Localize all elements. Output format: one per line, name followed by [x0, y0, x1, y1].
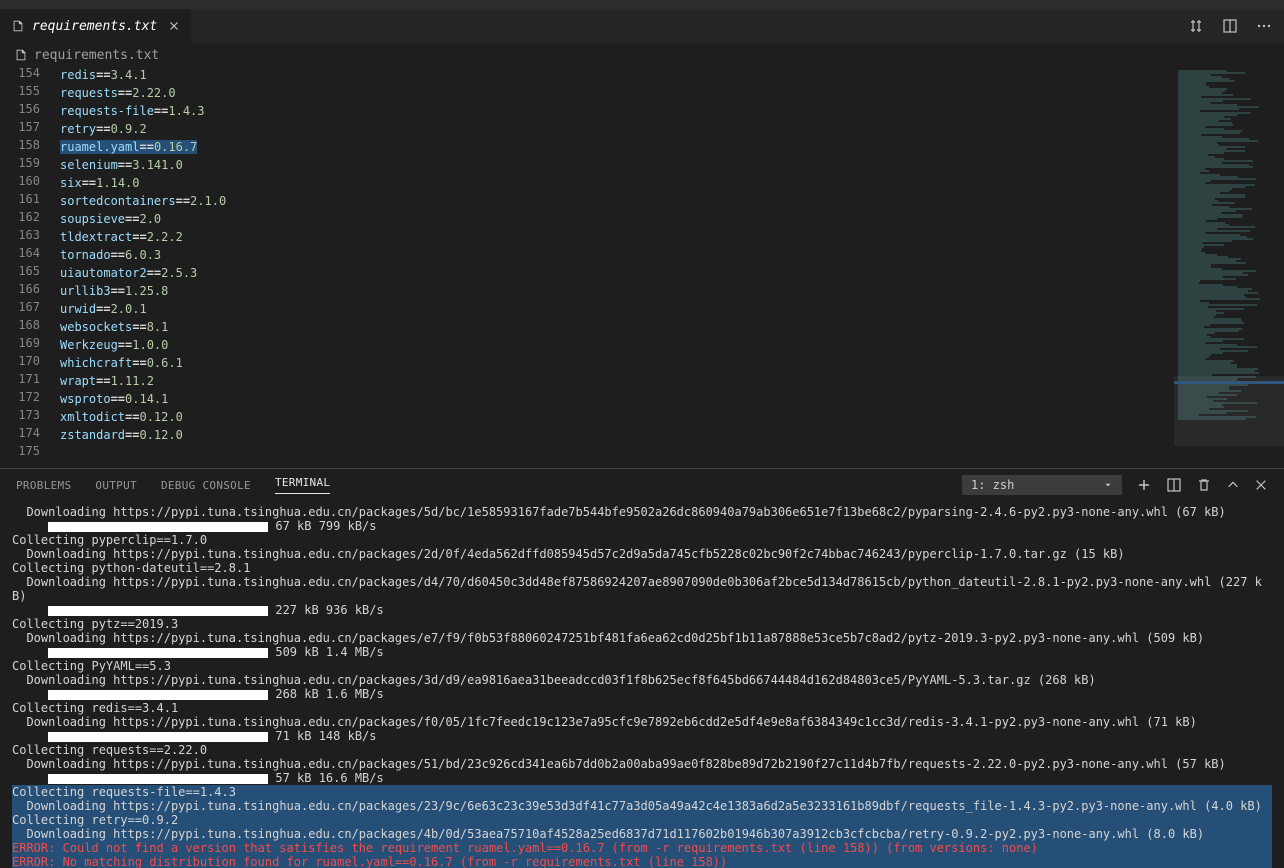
tab-debug-console[interactable]: DEBUG CONSOLE: [161, 479, 251, 492]
split-terminal-icon[interactable]: [1166, 477, 1182, 493]
trash-icon[interactable]: [1196, 477, 1212, 493]
close-icon[interactable]: [167, 19, 181, 33]
compare-icon[interactable]: [1188, 18, 1204, 34]
tab-terminal[interactable]: TERMINAL: [275, 476, 330, 494]
minimap[interactable]: [1174, 66, 1284, 468]
terminal-selector-label: 1: zsh: [971, 478, 1014, 492]
editor-area[interactable]: 1541551561571581591601611621631641651661…: [0, 66, 1284, 468]
breadcrumb-label: requirements.txt: [34, 48, 159, 63]
tab-problems[interactable]: PROBLEMS: [16, 479, 71, 492]
panel-tabs: PROBLEMS OUTPUT DEBUG CONSOLE TERMINAL 1…: [0, 469, 1284, 501]
bottom-panel: PROBLEMS OUTPUT DEBUG CONSOLE TERMINAL 1…: [0, 468, 1284, 868]
more-icon[interactable]: [1256, 18, 1272, 34]
file-icon: [14, 48, 28, 62]
editor-tabs-row: requirements.txt: [0, 9, 1284, 44]
tab-label: requirements.txt: [32, 19, 157, 34]
breadcrumb[interactable]: requirements.txt: [0, 44, 1284, 66]
chevron-down-icon: [1103, 480, 1113, 490]
terminal-selector[interactable]: 1: zsh: [962, 475, 1122, 495]
split-editor-icon[interactable]: [1222, 18, 1238, 34]
chevron-up-icon[interactable]: [1226, 478, 1240, 492]
new-terminal-icon[interactable]: [1136, 477, 1152, 493]
tab-requirements[interactable]: requirements.txt: [0, 9, 191, 44]
file-icon: [10, 18, 26, 34]
title-bar: [0, 0, 1284, 9]
code-content[interactable]: redis==3.4.1requests==2.22.0requests-fil…: [60, 66, 1174, 468]
close-panel-icon[interactable]: [1254, 478, 1268, 492]
tab-output[interactable]: OUTPUT: [95, 479, 137, 492]
line-gutter: 1541551561571581591601611621631641651661…: [0, 66, 60, 468]
terminal-output[interactable]: Downloading https://pypi.tuna.tsinghua.e…: [0, 501, 1284, 868]
